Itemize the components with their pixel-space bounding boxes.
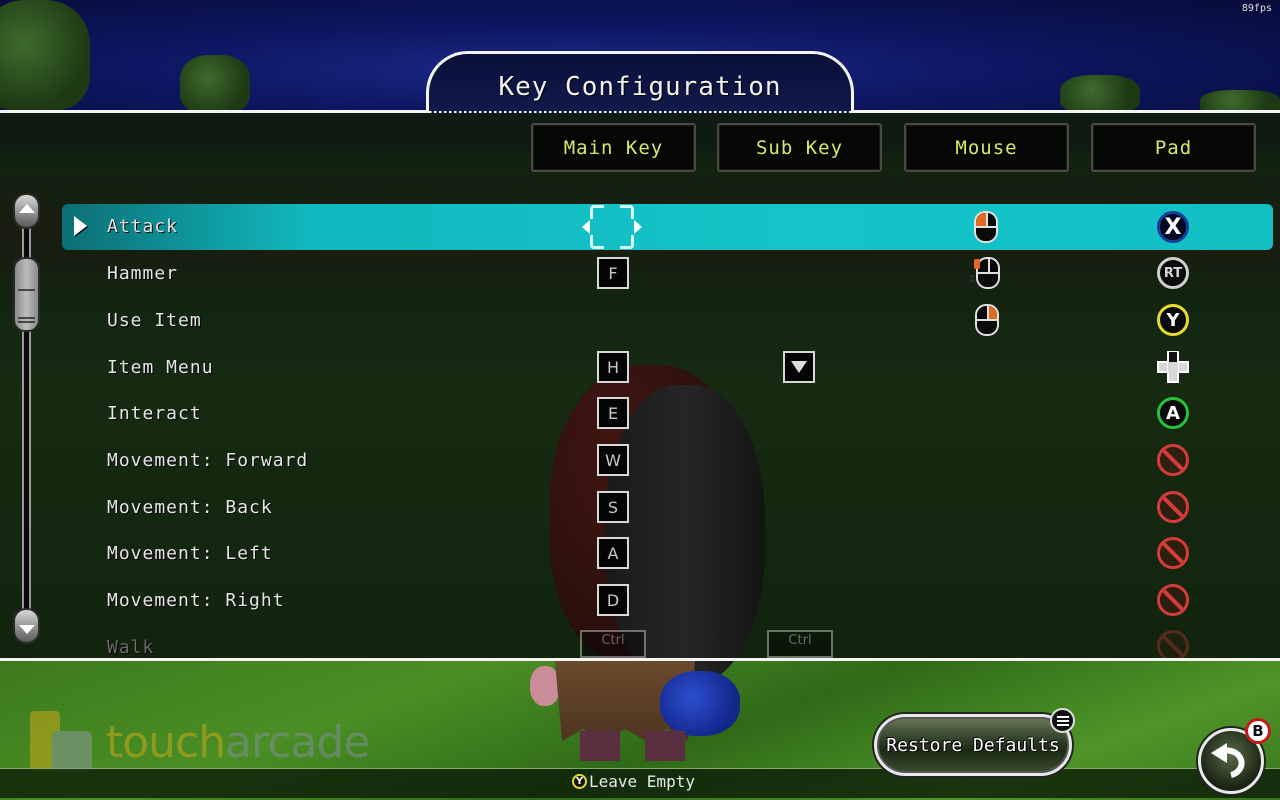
keybind-row-walk[interactable]: Walk Ctrl Ctrl: [62, 625, 1273, 658]
arrow-up-icon: [18, 203, 35, 213]
tree-left: [0, 0, 90, 110]
action-label: Hammer: [107, 263, 179, 284]
main-key-cap[interactable]: F: [597, 257, 629, 289]
sub-key-arrow-down-key-icon[interactable]: [783, 351, 815, 383]
pad-y-button-icon[interactable]: Y: [1157, 304, 1189, 336]
keybind-row-movement-left[interactable]: Movement: Left A: [62, 531, 1273, 577]
main-key-cap[interactable]: D: [597, 584, 629, 616]
arrow-down-icon: [18, 624, 35, 634]
frame-top-left-line: [0, 110, 428, 113]
main-key-cap[interactable]: W: [597, 444, 629, 476]
frame-bottom-line: [0, 658, 1280, 661]
character-boot-right: [645, 731, 685, 761]
y-button-icon: Y: [572, 774, 587, 789]
watermark-text: toucharcade: [106, 716, 370, 768]
pad-dpad-down-icon[interactable]: [1157, 351, 1189, 383]
frame-top-right-line: [852, 110, 1280, 113]
main-key-slot-cursor[interactable]: [582, 205, 642, 249]
pad-rt-trigger-icon[interactable]: RT: [1157, 257, 1189, 289]
character-arm: [530, 666, 560, 706]
main-key-cap[interactable]: E: [597, 397, 629, 429]
toucharcade-watermark: toucharcade: [30, 711, 370, 773]
keybind-row-movement-back[interactable]: Movement: Back S: [62, 485, 1273, 531]
fps-counter: 89fps: [1241, 3, 1272, 14]
column-header-main-key[interactable]: Main Key: [531, 123, 696, 172]
pad-unassigned-icon[interactable]: [1157, 537, 1189, 569]
pad-x-button-icon[interactable]: X: [1157, 211, 1189, 243]
pad-unassigned-icon[interactable]: [1157, 584, 1189, 616]
title-tab: Key Configuration: [426, 51, 854, 113]
column-header-mouse[interactable]: Mouse: [904, 123, 1069, 172]
pad-a-button-icon[interactable]: A: [1157, 397, 1189, 429]
action-label: Walk: [107, 637, 155, 658]
main-key-cap[interactable]: S: [597, 491, 629, 523]
keybind-row-item-menu[interactable]: Item Menu H: [62, 345, 1273, 391]
action-label: Use Item: [107, 310, 202, 331]
action-label: Item Menu: [107, 357, 214, 378]
pad-unassigned-icon[interactable]: [1157, 444, 1189, 476]
keybind-row-movement-right[interactable]: Movement: Right D: [62, 578, 1273, 624]
hint-label: Leave Empty: [589, 772, 695, 791]
keybind-row-attack[interactable]: Attack X: [62, 204, 1273, 250]
mouse-double-click-icon[interactable]: 2: [969, 257, 1000, 289]
cursor-right-arrow-icon: [634, 220, 642, 234]
column-header-pad[interactable]: Pad: [1091, 123, 1256, 172]
action-label: Movement: Left: [107, 543, 273, 564]
mouse-left-button-icon[interactable]: [974, 211, 998, 243]
keybind-row-hammer[interactable]: Hammer F 2 RT: [62, 251, 1273, 297]
main-key-cap[interactable]: H: [597, 351, 629, 383]
keybind-row-interact[interactable]: Interact E A: [62, 391, 1273, 437]
player-character-lower: [530, 661, 750, 771]
mouse-right-button-icon[interactable]: [975, 304, 999, 336]
main-key-cap[interactable]: A: [597, 537, 629, 569]
toucharcade-logo-icon: [30, 711, 92, 773]
action-label: Movement: Forward: [107, 450, 309, 471]
leave-empty-hint: Y Leave Empty: [572, 772, 695, 791]
main-key-cap[interactable]: Ctrl: [580, 630, 646, 658]
character-bag: [660, 671, 740, 736]
b-button-badge: B: [1245, 718, 1271, 744]
tree-right: [1060, 75, 1140, 113]
cursor-left-arrow-icon: [582, 220, 590, 234]
pad-unassigned-icon[interactable]: [1157, 630, 1189, 658]
column-header-sub-key[interactable]: Sub Key: [717, 123, 882, 172]
sub-key-cap[interactable]: Ctrl: [767, 630, 833, 658]
scroll-up-button[interactable]: [13, 193, 40, 229]
scroll-down-button[interactable]: [13, 608, 40, 644]
return-arrow-icon: [1211, 743, 1245, 778]
pad-unassigned-icon[interactable]: [1157, 491, 1189, 523]
keybind-row-movement-forward[interactable]: Movement: Forward W: [62, 438, 1273, 484]
page-title: Key Configuration: [498, 72, 782, 102]
scrollbar-thumb[interactable]: [13, 257, 40, 332]
selection-arrow-icon: [74, 216, 87, 236]
tree-mid: [180, 55, 250, 113]
action-label: Movement: Back: [107, 497, 273, 518]
action-label: Interact: [107, 403, 202, 424]
menu-button-icon: [1050, 708, 1075, 733]
action-label: Movement: Right: [107, 590, 285, 611]
restore-defaults-button[interactable]: Restore Defaults: [874, 714, 1072, 776]
keybind-row-use-item[interactable]: Use Item Y: [62, 298, 1273, 344]
character-boot-left: [580, 731, 620, 761]
action-label: Attack: [107, 216, 179, 237]
